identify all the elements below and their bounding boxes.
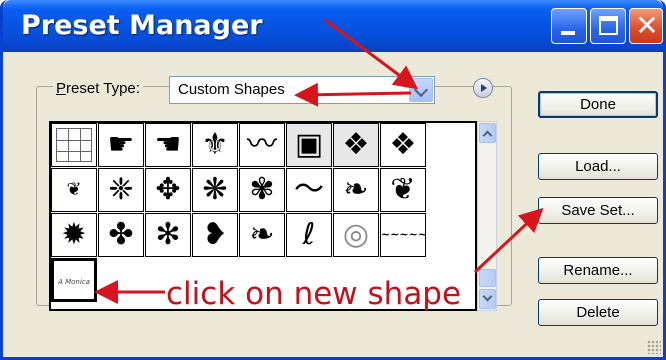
shape-thumbnail[interactable]: ✤ [98, 213, 144, 257]
scroll-up-button[interactable] [479, 123, 496, 143]
title-bar[interactable]: Preset Manager ✕ [3, 0, 663, 52]
grid-shape-icon [56, 128, 92, 162]
preset-type-value: Custom Shapes [178, 81, 285, 98]
preset-type-select[interactable]: Custom Shapes [169, 76, 435, 104]
shape-thumbnail[interactable]: ❦ [380, 168, 426, 212]
resize-grip[interactable] [647, 340, 661, 354]
shape-thumbnail[interactable]: ~~~~~ [380, 213, 426, 257]
save-set-button[interactable]: Save Set... [538, 197, 658, 224]
shape-thumbnail[interactable] [51, 123, 97, 167]
play-arrow-icon [481, 84, 487, 92]
load-button[interactable]: Load... [538, 153, 658, 180]
shape-thumbnail[interactable]: ✹ [51, 213, 97, 257]
shape-thumbnail[interactable]: ✾ [239, 168, 285, 212]
shape-thumbnail[interactable]: ✥ [145, 168, 191, 212]
shape-thumbnail[interactable]: ❖ [333, 123, 379, 167]
chevron-down-icon [413, 82, 429, 98]
maximize-button[interactable] [590, 8, 626, 44]
window-title: Preset Manager [21, 10, 263, 41]
flyout-menu-button[interactable] [473, 78, 493, 98]
shape-thumbnail[interactable]: ❧ [333, 168, 379, 212]
preset-manager-dialog: Preset Manager ✕ Preset Type: Custom Sha… [0, 0, 666, 360]
shape-thumbnail[interactable]: ☚ [145, 123, 191, 167]
shape-thumbnail[interactable]: ❧ [239, 213, 285, 257]
shape-thumbnail[interactable]: ✻ [145, 213, 191, 257]
rename-button[interactable]: Rename... [538, 257, 658, 284]
shape-thumbnail[interactable]: ◎ [333, 213, 379, 257]
chevron-down-icon [482, 291, 493, 302]
shape-thumbnail[interactable]: ▣ [286, 123, 332, 167]
shape-thumbnail[interactable]: ❖ [380, 123, 426, 167]
preset-type-mnemonic: P [56, 80, 67, 97]
preset-type-label-text: reset Type: [66, 80, 140, 97]
minimize-button[interactable] [551, 8, 587, 44]
scroll-thumb[interactable] [479, 269, 496, 287]
done-button[interactable]: Done [538, 91, 658, 118]
new-shape-thumbnail[interactable]: A Monica Wilson [51, 258, 97, 302]
grid-scrollbar[interactable] [477, 121, 497, 311]
maximize-icon [599, 16, 618, 35]
shape-thumbnail[interactable]: 〰 [239, 123, 285, 167]
scroll-down-button[interactable] [479, 289, 496, 309]
delete-button[interactable]: Delete [538, 299, 658, 326]
close-button[interactable]: ✕ [629, 8, 663, 44]
annotation-text: click on new shape [166, 276, 462, 312]
close-icon: ✕ [635, 10, 659, 41]
shape-thumbnail[interactable]: ⚜ [192, 123, 238, 167]
shape-thumbnail[interactable]: ☛ [98, 123, 144, 167]
preset-type-label: Preset Type: [53, 80, 143, 97]
shape-thumbnail[interactable]: ❥ [192, 213, 238, 257]
minimize-icon [561, 31, 575, 35]
shape-thumbnail[interactable]: ℓ [286, 213, 332, 257]
shape-thumbnail[interactable]: ❋ [192, 168, 238, 212]
shape-thumbnail[interactable]: ❦ [51, 168, 97, 212]
preset-type-dropdown-button[interactable] [409, 78, 433, 102]
shape-thumbnail[interactable]: 〜 [286, 168, 332, 212]
chevron-up-icon [482, 130, 493, 141]
shape-thumbnail[interactable]: ❈ [98, 168, 144, 212]
